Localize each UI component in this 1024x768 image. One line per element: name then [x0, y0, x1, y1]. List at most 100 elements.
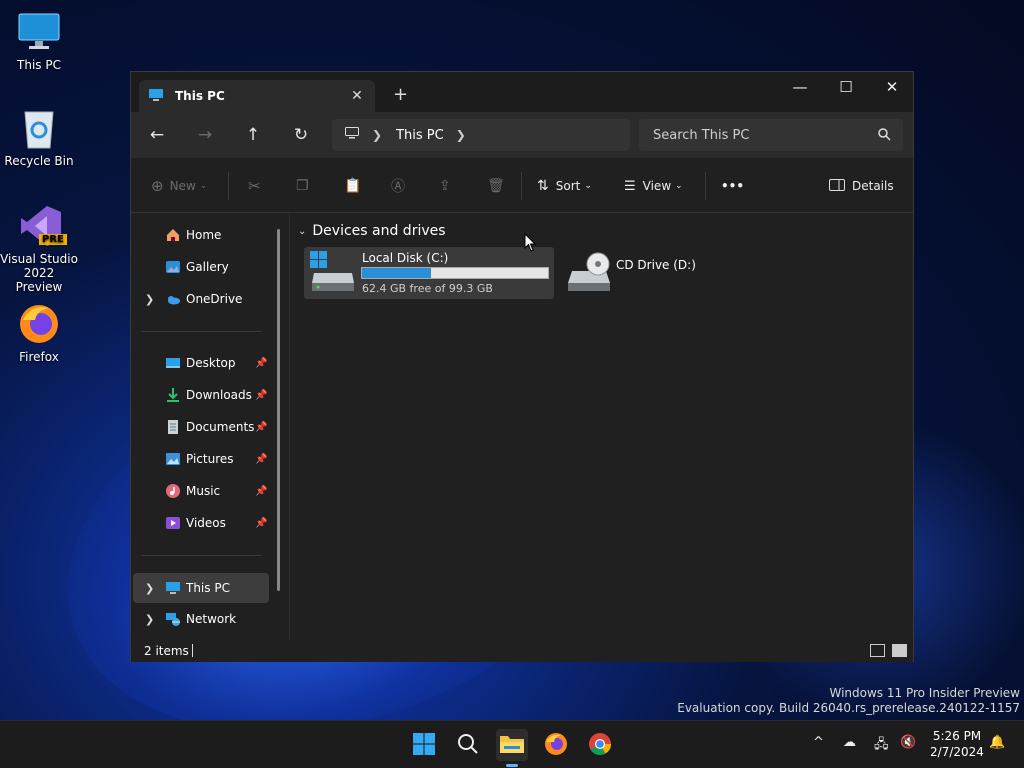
volume-muted-icon[interactable]: 🔇	[900, 735, 916, 750]
details-button[interactable]: Details	[829, 175, 894, 197]
sidebar-item-home[interactable]: Home	[133, 221, 269, 249]
sidebar-item-desktop[interactable]: Desktop 📌	[133, 349, 269, 377]
chevron-down-icon: ⌄	[199, 181, 208, 191]
minimize-button[interactable]: —	[777, 72, 823, 102]
details-label: Details	[852, 179, 894, 193]
sidebar-item-this-pc[interactable]: ❯ This PC	[133, 573, 269, 603]
more-options-button[interactable]: •••	[721, 175, 744, 197]
firefox-icon	[544, 732, 568, 759]
chevron-right-icon: ❯	[372, 128, 383, 142]
notification-bell-icon[interactable]: 🔔	[989, 735, 1005, 750]
breadcrumb-this-pc[interactable]: This PC	[396, 128, 444, 143]
up-button[interactable]: ↑	[238, 123, 268, 147]
copy-icon[interactable]: ❐	[296, 175, 309, 197]
delete-icon[interactable]: 🗑	[487, 175, 505, 197]
taskbar-firefox[interactable]	[540, 729, 572, 761]
pre-badge: PRE	[39, 234, 67, 245]
video-icon	[165, 515, 181, 531]
forward-button[interactable]: →	[190, 123, 220, 147]
close-window-button[interactable]: ✕	[869, 72, 915, 102]
chevron-right-icon[interactable]: ❯	[456, 128, 466, 142]
navigation-pane: Home Gallery ❯ OneDrive Desktop 📌 Downlo…	[131, 213, 289, 633]
windows-logo-icon	[412, 732, 436, 759]
pin-icon: 📌	[255, 453, 268, 465]
view-button[interactable]: ☰ View ⌄	[624, 175, 683, 197]
chevron-right-icon[interactable]: ❯	[145, 293, 154, 306]
cut-icon[interactable]: ✂	[248, 175, 261, 197]
sidebar-item-gallery[interactable]: Gallery	[133, 253, 269, 281]
pin-icon: 📌	[255, 485, 268, 497]
share-icon[interactable]: ⇪	[439, 175, 451, 197]
desktop-icon-label-line2: 2022 Preview	[15, 266, 63, 294]
onedrive-icon	[165, 291, 181, 307]
search-button[interactable]	[452, 729, 484, 761]
sidebar-item-documents[interactable]: Documents 📌	[133, 413, 269, 441]
desktop-icon-label: This PC	[17, 58, 61, 72]
drive-local-disk-c[interactable]: Local Disk (C:) 62.4 GB free of 99.3 GB	[304, 247, 554, 299]
tab-this-pc[interactable]: This PC ✕	[139, 80, 375, 112]
new-tab-button[interactable]: +	[393, 84, 408, 105]
search-placeholder: Search This PC	[653, 127, 750, 143]
search-box[interactable]: Search This PC	[639, 119, 903, 151]
sidebar-label: Desktop	[186, 356, 236, 370]
pin-icon: 📌	[255, 421, 268, 433]
sort-button[interactable]: ⇅ Sort ⌄	[537, 175, 592, 197]
onedrive-tray-icon[interactable]: ☁	[843, 735, 856, 750]
sidebar-label: Home	[186, 228, 222, 242]
cd-drive-icon	[566, 249, 612, 298]
toolbar-divider	[521, 172, 522, 200]
start-button[interactable]	[408, 729, 440, 761]
address-bar[interactable]: ❯ This PC ❯	[332, 119, 630, 151]
active-indicator	[506, 764, 518, 767]
drive-cd-d[interactable]: CD Drive (D:)	[566, 249, 726, 297]
new-label: New	[169, 179, 196, 193]
show-hidden-icons-button[interactable]: ^	[813, 735, 824, 750]
sidebar-label: Pictures	[186, 452, 234, 466]
desktop-icon-firefox[interactable]: Firefox	[0, 302, 78, 364]
firefox-icon	[17, 302, 61, 346]
close-tab-icon[interactable]: ✕	[345, 88, 369, 104]
sidebar-item-downloads[interactable]: Downloads 📌	[133, 381, 269, 409]
monitor-icon	[344, 126, 360, 144]
search-icon	[877, 127, 891, 145]
large-icons-view-icon[interactable]	[892, 644, 907, 657]
group-header-devices[interactable]: ⌄ Devices and drives	[298, 223, 446, 239]
network-icon	[165, 611, 181, 627]
chrome-icon	[588, 732, 612, 759]
system-clock[interactable]: 5:26 PM 2/7/2024	[924, 728, 990, 760]
rename-icon[interactable]: Ⓐ	[391, 175, 405, 197]
chevron-right-icon[interactable]: ❯	[145, 582, 154, 595]
clock-time: 5:26 PM	[932, 729, 982, 743]
hard-drive-icon	[308, 249, 356, 298]
sidebar-item-music[interactable]: Music 📌	[133, 477, 269, 505]
new-button[interactable]: ⊕ New ⌄	[151, 175, 207, 197]
sidebar-item-videos[interactable]: Videos 📌	[133, 509, 269, 537]
taskbar-file-explorer[interactable]	[496, 729, 528, 767]
taskbar-chrome[interactable]	[584, 729, 616, 761]
refresh-button[interactable]: ↻	[286, 123, 316, 147]
maximize-button[interactable]: ☐	[823, 72, 869, 102]
chevron-right-icon[interactable]: ❯	[145, 613, 154, 626]
mouse-cursor-icon	[524, 233, 537, 252]
sidebar-item-network[interactable]: ❯ Network	[133, 605, 269, 633]
sidebar-scrollbar[interactable]	[277, 229, 280, 591]
clock-date: 2/7/2024	[930, 745, 984, 759]
drive-usage-fill	[362, 268, 432, 278]
watermark-line1: Windows 11 Pro Insider Preview	[829, 686, 1020, 700]
desktop-icon-visual-studio[interactable]: PRE Visual Studio 2022 Preview	[0, 204, 78, 294]
sidebar-item-onedrive[interactable]: ❯ OneDrive	[133, 285, 269, 313]
paste-icon[interactable]: 📋	[344, 175, 361, 197]
navigation-bar: ← → ↑ ↻ ❯ This PC ❯ Search This PC	[131, 112, 913, 158]
network-tray-icon[interactable]: 🖧	[874, 735, 889, 757]
desktop-icon-label: Recycle Bin	[4, 154, 74, 168]
drive-name: Local Disk (C:)	[362, 251, 449, 265]
command-bar: ⊕ New ⌄ ✂ ❐ 📋 Ⓐ ⇪ 🗑 ⇅ Sort ⌄ ☰ View ⌄ ••…	[131, 158, 913, 213]
details-view-icon[interactable]	[870, 644, 885, 657]
sidebar-item-pictures[interactable]: Pictures 📌	[133, 445, 269, 473]
chevron-down-icon: ⌄	[675, 181, 683, 191]
back-button[interactable]: ←	[142, 123, 172, 147]
desktop-icon-this-pc[interactable]: This PC	[0, 10, 78, 72]
pin-icon: 📌	[255, 517, 268, 529]
group-header-label: Devices and drives	[312, 223, 446, 239]
desktop-icon-recycle-bin[interactable]: Recycle Bin	[0, 106, 78, 168]
